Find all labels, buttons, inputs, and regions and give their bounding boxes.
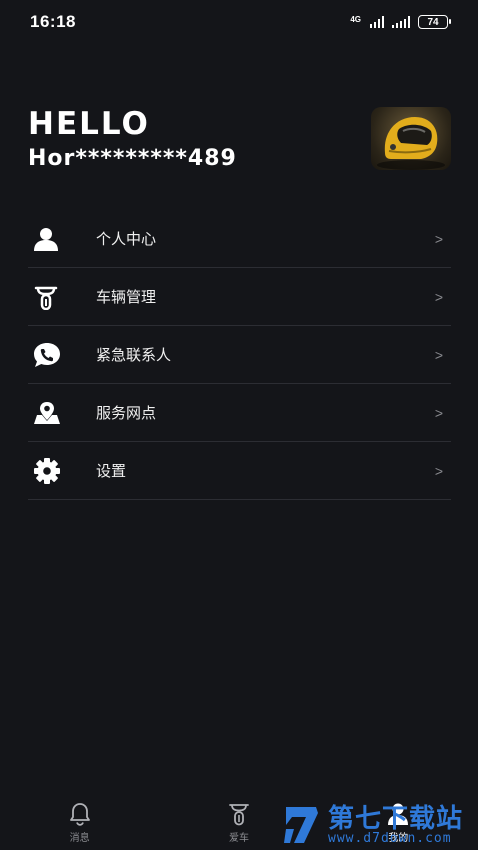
menu-item-emergency-contact[interactable]: 紧急联系人 >: [28, 326, 451, 384]
status-icons: 4G 74: [350, 14, 451, 29]
menu-item-vehicle-management[interactable]: 车辆管理 >: [28, 268, 451, 326]
menu-item-personal-center[interactable]: 个人中心 >: [28, 210, 451, 268]
menu-item-settings[interactable]: 设置 >: [28, 442, 451, 500]
menu-list: 个人中心 > 车辆管理 > 紧急联系人 > 服务网点 > 设置 >: [28, 210, 451, 500]
menu-item-label: 设置: [96, 462, 127, 480]
network-type-label: 4G: [350, 14, 361, 24]
avatar[interactable]: [371, 107, 451, 170]
watermark-title: 第七下载站: [328, 803, 464, 834]
menu-item-label: 个人中心: [96, 230, 157, 248]
status-time: 16:18: [30, 12, 76, 31]
tab-label: 消息: [69, 832, 90, 844]
watermark-text: 第七下载站 www.d7down.com: [328, 806, 463, 845]
menu-item-service-outlets[interactable]: 服务网点 >: [28, 384, 451, 442]
chevron-right-icon: >: [434, 462, 443, 479]
person-icon: [28, 224, 68, 254]
bell-icon: [69, 802, 90, 826]
helmet-avatar-icon: [377, 117, 445, 170]
tab-my-vehicle[interactable]: 爱车: [199, 802, 279, 844]
menu-item-label: 紧急联系人: [96, 346, 172, 364]
chevron-right-icon: >: [434, 404, 443, 421]
status-bar: 16:18 4G 74: [0, 0, 478, 44]
watermark-logo-icon: [284, 807, 318, 843]
battery-level: 74: [427, 16, 439, 28]
chevron-right-icon: >: [434, 230, 443, 247]
tab-messages[interactable]: 消息: [40, 802, 120, 844]
signal-icon: [370, 16, 384, 28]
signal-icon-2: [392, 16, 410, 28]
tab-label: 爱车: [228, 832, 249, 844]
menu-item-label: 车辆管理: [96, 288, 157, 306]
chevron-right-icon: >: [434, 288, 443, 305]
masked-account: Hor*********489: [28, 146, 237, 171]
watermark-url: www.d7down.com: [328, 830, 452, 846]
battery-icon: 74: [418, 15, 451, 29]
phone-chat-icon: [28, 340, 68, 370]
map-pin-icon: [28, 398, 68, 428]
gear-icon: [28, 456, 68, 486]
scooter-icon: [229, 803, 249, 825]
watermark-logo: 第七下载站 www.d7down.com: [282, 800, 478, 850]
chevron-right-icon: >: [434, 346, 443, 363]
greeting-title: HELLO: [28, 106, 150, 142]
menu-item-label: 服务网点: [96, 404, 157, 422]
scooter-icon: [28, 282, 68, 312]
